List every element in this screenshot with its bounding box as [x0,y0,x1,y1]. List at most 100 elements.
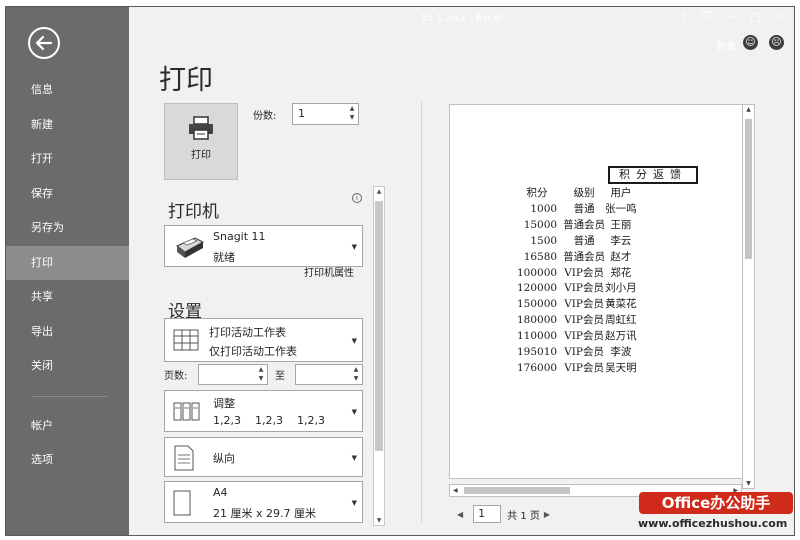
print-scope-select[interactable]: 打印活动工作表 仅打印活动工作表 ▼ [164,318,363,362]
pane-divider [421,102,422,522]
pages-to-spinner[interactable]: ▲ ▼ [352,365,360,384]
current-page-input[interactable]: 1 [473,505,502,523]
print-scope-title: 打印活动工作表 [209,326,286,339]
table-cell: 普通会员 [563,250,606,263]
nav-open[interactable]: 打开 [6,142,129,177]
table-row: 180000 VIP会员 周虹红 [517,313,637,329]
minimize-button[interactable]: — [725,10,736,23]
nav-save-as[interactable]: 另存为 [6,211,129,246]
table-row: 176000 VIP会员 吴天明 [517,361,637,377]
nav-new[interactable]: 新建 [6,108,129,143]
table-cell: 110000 [517,330,558,343]
printer-name: Snagit 11 [213,230,266,243]
table-cell: VIP会员 [564,346,604,359]
nav-close[interactable]: 关闭 [6,349,129,384]
table-cell: VIP会员 [564,298,604,311]
copies-label: 份数: [253,111,277,122]
table-row: 150000 VIP会员 黄菜花 [517,297,637,313]
copies-input[interactable]: 1 ▲ ▼ [292,103,359,125]
page-navigator: ◀ 1 共 1 页 ▶ [453,505,554,523]
collate-icon [173,402,200,421]
window-controls: ? ❐ — □ ✕ [682,10,784,23]
portrait-page-icon [174,445,194,471]
scroll-thumb[interactable] [745,119,752,259]
table-cell: 刘小月 [605,282,637,295]
table-cell: 176000 [517,361,558,374]
table-cell: 1500 [530,234,558,247]
table-cell: 吴天明 [605,361,637,374]
pages-to-input[interactable]: ▲ ▼ [295,364,363,385]
table-cell: 张一鸣 [605,202,637,215]
table-cell: 郑花 [610,266,632,279]
preview-vertical-scrollbar[interactable]: ▲ ▼ [742,104,755,489]
smile-feedback-icon[interactable]: ☺ [743,35,758,50]
back-button[interactable] [28,27,60,59]
print-button[interactable]: 打印 [164,103,238,180]
nav-export[interactable]: 导出 [6,315,129,350]
orientation-select[interactable]: 纵向 ▼ [164,437,363,477]
frown-feedback-icon[interactable]: ☹ [769,35,784,50]
header-cell: 积分 [526,187,548,199]
print-button-label: 打印 [191,150,211,161]
copies-spinner[interactable]: ▲ ▼ [348,104,356,124]
scroll-up-arrow[interactable]: ▲ [743,106,754,113]
maximize-button[interactable]: □ [750,10,760,23]
nav-info[interactable]: 信息 [6,73,129,108]
printer-properties-link[interactable]: 打印机属性 [304,264,354,279]
previous-page-icon[interactable]: ◀ [457,510,463,519]
page-title: 打印 [159,65,213,96]
scroll-thumb[interactable] [464,487,570,494]
table-header-row: 积分 级别 用户 [517,186,637,202]
scroll-down-arrow[interactable]: ▼ [743,480,754,487]
table-cell: 普通会员 [563,218,606,231]
nav-options[interactable]: 选项 [6,443,129,478]
table-cell: 赵万讯 [605,330,637,343]
table-cell: 16580 [523,250,558,263]
table-cell: VIP会员 [564,266,604,279]
table-cell: 100000 [517,266,558,279]
nav-print[interactable]: 打印 [6,245,129,280]
collate-sub: 1,2,3 1,2,3 1,2,3 [213,414,325,427]
printer-status: 就绪 [213,251,235,264]
scroll-down-arrow[interactable]: ▼ [374,517,384,524]
sign-in-link[interactable]: 登录 [716,38,736,53]
scroll-left-arrow[interactable]: ◀ [453,485,458,496]
ribbon-display-button[interactable]: ❐ [702,10,712,23]
collate-select[interactable]: 调整 1,2,3 1,2,3 1,2,3 ▼ [164,390,363,432]
table-cell: 195010 [517,346,558,359]
paper-size-select[interactable]: A4 21 厘米 x 29.7 厘米 ▼ [164,481,363,523]
table-cell: 普通 [573,234,595,247]
worksheet-icon [173,329,199,351]
nav-save[interactable]: 保存 [6,177,129,212]
table-cell: VIP会员 [564,282,604,295]
table-cell: 15000 [523,218,558,231]
scroll-thumb[interactable] [375,201,383,451]
pages-from-input[interactable]: ▲ ▼ [198,364,268,385]
close-button[interactable]: ✕ [775,10,784,23]
print-preview-page: 积分返馈 积分 级别 用户 1000 普通 张一鸣 15000 普通会员 王丽 1500 普通… [449,104,755,479]
scroll-up-arrow[interactable]: ▲ [374,188,384,195]
printer-select[interactable]: Snagit 11 就绪 ▼ [164,225,363,267]
table-cell: 180000 [517,314,558,327]
sheet-title: 积分返馈 [608,166,698,184]
nav-divider [31,395,107,397]
table-row: 15000 普通会员 王丽 [517,218,637,234]
table-cell: VIP会员 [564,330,604,343]
table-cell: VIP会员 [564,314,604,327]
orientation-label: 纵向 [213,452,235,465]
info-icon[interactable]: i [352,193,362,203]
next-page-icon[interactable]: ▶ [544,510,550,519]
settings-scrollbar[interactable]: ▲ ▼ [373,186,385,526]
nav-share[interactable]: 共享 [6,280,129,315]
help-button[interactable]: ? [682,10,688,23]
chevron-down-icon: ▼ [351,243,357,251]
table-cell: 普通 [573,202,595,215]
nav-account[interactable]: 帐户 [6,409,129,444]
table-row: 100000 VIP会员 郑花 [517,266,637,282]
table-cell: 赵才 [610,250,632,263]
backstage-nav: 信息 新建 打开 保存 另存为 打印 共享 导出 关闭 帐户 选项 [6,73,129,478]
chevron-down-icon: ▼ [351,499,357,507]
chevron-down-icon: ▼ [351,337,357,345]
watermark-badge: Office办公助手 [639,492,793,514]
pages-from-spinner[interactable]: ▲ ▼ [257,365,265,384]
